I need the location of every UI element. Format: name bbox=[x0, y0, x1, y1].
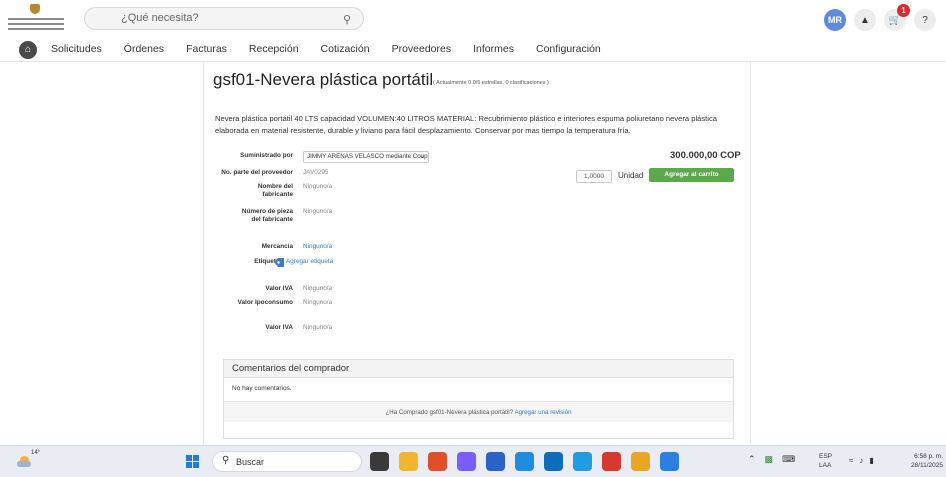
add-review-link[interactable]: Agregar una revisión bbox=[514, 409, 571, 416]
language-code: ESP bbox=[819, 453, 833, 460]
iva-value: Ninguno/a bbox=[303, 285, 333, 292]
volume-icon: ♪ bbox=[859, 456, 864, 465]
chevron-down-icon: ⌄ bbox=[419, 153, 425, 160]
supplier-part-label: No. parte del proveedor bbox=[221, 169, 293, 176]
search-input[interactable]: ¿Qué necesita? bbox=[121, 12, 199, 24]
nav-solicitudes[interactable]: Solicitudes bbox=[51, 43, 102, 55]
iva-value-2: Ninguno/a bbox=[303, 324, 333, 331]
manufacturer-name-label: Nombre del fabricante bbox=[257, 183, 293, 199]
battery-icon: ▮ bbox=[869, 456, 874, 465]
taskbar-app-icon[interactable] bbox=[486, 452, 505, 471]
windows-taskbar: 14° ⚲ Buscar ⌃ ▩ ⌨ ESP LAA ≈ ♪ ▮ 6:58 p.… bbox=[0, 445, 946, 477]
taskbar-apps bbox=[370, 452, 679, 471]
keyboard-icon[interactable]: ⌨ bbox=[782, 454, 795, 465]
product-title: gsf01-Nevera plástica portátil bbox=[213, 70, 434, 89]
nav-recepcion[interactable]: Recepción bbox=[249, 43, 299, 55]
comments-empty-text: No hay comentarios. bbox=[232, 385, 292, 392]
taskbar-app-icon[interactable] bbox=[602, 452, 621, 471]
app-window: ¿Qué necesita? ⚲ MR ▲ 🛒 1 ? ⌂ Solicitude… bbox=[0, 0, 946, 477]
add-tag-link[interactable]: Agregar etiqueta bbox=[286, 258, 333, 265]
taskbar-app-icon[interactable] bbox=[544, 452, 563, 471]
supplier-part-value: JAV0295 bbox=[303, 169, 329, 176]
main-nav: ⌂ Solicitudes Órdenes Facturas Recepción… bbox=[0, 38, 946, 62]
review-question: ¿Ha Comprado gsf01-Nevera plástica portá… bbox=[385, 409, 514, 416]
search-icon: ⚲ bbox=[222, 455, 230, 466]
taskbar-app-icon[interactable] bbox=[660, 452, 679, 471]
user-avatar[interactable]: MR bbox=[824, 9, 846, 31]
rating-summary: ( Actualmente 0.0/5 estrellas. 0 clasifi… bbox=[433, 80, 549, 86]
weather-temperature: 14° bbox=[31, 450, 41, 456]
taskbar-app-icon[interactable] bbox=[457, 452, 476, 471]
comments-heading: Comentarios del comprador bbox=[224, 360, 733, 378]
taskbar-app-icon[interactable] bbox=[428, 452, 447, 471]
manufacturer-part-value: Ninguno/a bbox=[303, 208, 333, 215]
app-tray-icon[interactable]: ▩ bbox=[765, 454, 774, 465]
supplied-by-label: Suministrado por bbox=[240, 152, 293, 159]
weather-widget[interactable]: 14° bbox=[14, 450, 40, 470]
ipoconsumo-label: Valor Ipoconsumo bbox=[237, 299, 293, 306]
header-actions: MR ▲ 🛒 1 ? bbox=[824, 4, 936, 32]
status-icons[interactable]: ≈ ♪ ▮ bbox=[849, 456, 874, 465]
taskbar-app-icon[interactable] bbox=[515, 452, 534, 471]
nav-informes[interactable]: Informes bbox=[473, 43, 514, 55]
iva-label-2: Valor IVA bbox=[265, 324, 293, 331]
product-detail-panel: gsf01-Nevera plástica portátil ( Actualm… bbox=[203, 62, 751, 445]
cart-icon[interactable]: 🛒 1 bbox=[884, 4, 910, 31]
taskbar-search-label: Buscar bbox=[236, 457, 265, 467]
product-price: 300.000,00 COP bbox=[670, 150, 741, 161]
company-logo[interactable] bbox=[6, 4, 66, 34]
taskbar-search[interactable]: ⚲ Buscar bbox=[212, 451, 362, 472]
tag-icon[interactable] bbox=[274, 258, 284, 267]
help-icon[interactable]: ? bbox=[914, 9, 936, 31]
system-clock[interactable]: 6:58 p. m. 28/11/2025 bbox=[903, 452, 943, 470]
commodity-value[interactable]: Ninguno/a bbox=[303, 243, 332, 250]
wifi-icon: ≈ bbox=[849, 456, 854, 465]
search-bar[interactable]: ¿Qué necesita? ⚲ bbox=[84, 7, 364, 30]
iva-label: Valor IVA bbox=[265, 285, 293, 292]
taskbar-app-icon[interactable] bbox=[631, 452, 650, 471]
commodity-label: Mercancía bbox=[261, 243, 293, 250]
top-header: ¿Qué necesita? ⚲ MR ▲ 🛒 1 ? bbox=[0, 0, 946, 38]
nav-proveedores[interactable]: Proveedores bbox=[392, 43, 452, 55]
clock-time: 6:58 p. m. bbox=[914, 453, 943, 460]
add-to-cart-button[interactable]: Agregar al carrito bbox=[649, 168, 734, 182]
nav-ordenes[interactable]: Órdenes bbox=[124, 43, 164, 55]
chevron-up-icon[interactable]: ⌃ bbox=[748, 454, 756, 465]
clock-date: 28/11/2025 bbox=[910, 462, 943, 469]
nav-configuracion[interactable]: Configuración bbox=[536, 43, 601, 55]
windows-start-icon[interactable] bbox=[186, 455, 199, 468]
product-description: Nevera plástica portátil 40 LTS capacida… bbox=[215, 114, 717, 135]
nav-cotizacion[interactable]: Cotización bbox=[321, 43, 370, 55]
search-icon[interactable]: ⚲ bbox=[343, 13, 351, 26]
cart-count-badge: 1 bbox=[897, 4, 910, 17]
supplier-select-value: JIMMY ARENAS VELASCO mediante Coup bbox=[307, 153, 428, 160]
manufacturer-part-label: Número de pieza del fabricante bbox=[241, 208, 293, 224]
manufacturer-name-value: Ninguno/a bbox=[303, 183, 333, 190]
taskbar-app-icon[interactable] bbox=[370, 452, 389, 471]
language-indicator[interactable]: ESP LAA bbox=[819, 452, 832, 470]
quantity-input[interactable]: 1,0000 bbox=[576, 170, 612, 183]
review-prompt: ¿Ha Comprado gsf01-Nevera plástica portá… bbox=[224, 401, 733, 422]
buyer-comments-section: Comentarios del comprador No hay comenta… bbox=[223, 359, 734, 439]
taskbar-app-icon[interactable] bbox=[573, 452, 592, 471]
nav-facturas[interactable]: Facturas bbox=[186, 43, 227, 55]
supplier-select[interactable]: JIMMY ARENAS VELASCO mediante Coup ⌄ bbox=[303, 151, 429, 163]
notifications-bell-icon[interactable]: ▲ bbox=[854, 9, 876, 31]
keyboard-layout: LAA bbox=[819, 462, 832, 469]
unit-label: Unidad bbox=[618, 171, 644, 180]
system-tray: ⌃ ▩ ⌨ bbox=[748, 454, 795, 465]
home-icon[interactable]: ⌂ bbox=[19, 41, 37, 59]
taskbar-app-icon[interactable] bbox=[399, 452, 418, 471]
ipoconsumo-value: Ninguno/a bbox=[303, 299, 333, 306]
